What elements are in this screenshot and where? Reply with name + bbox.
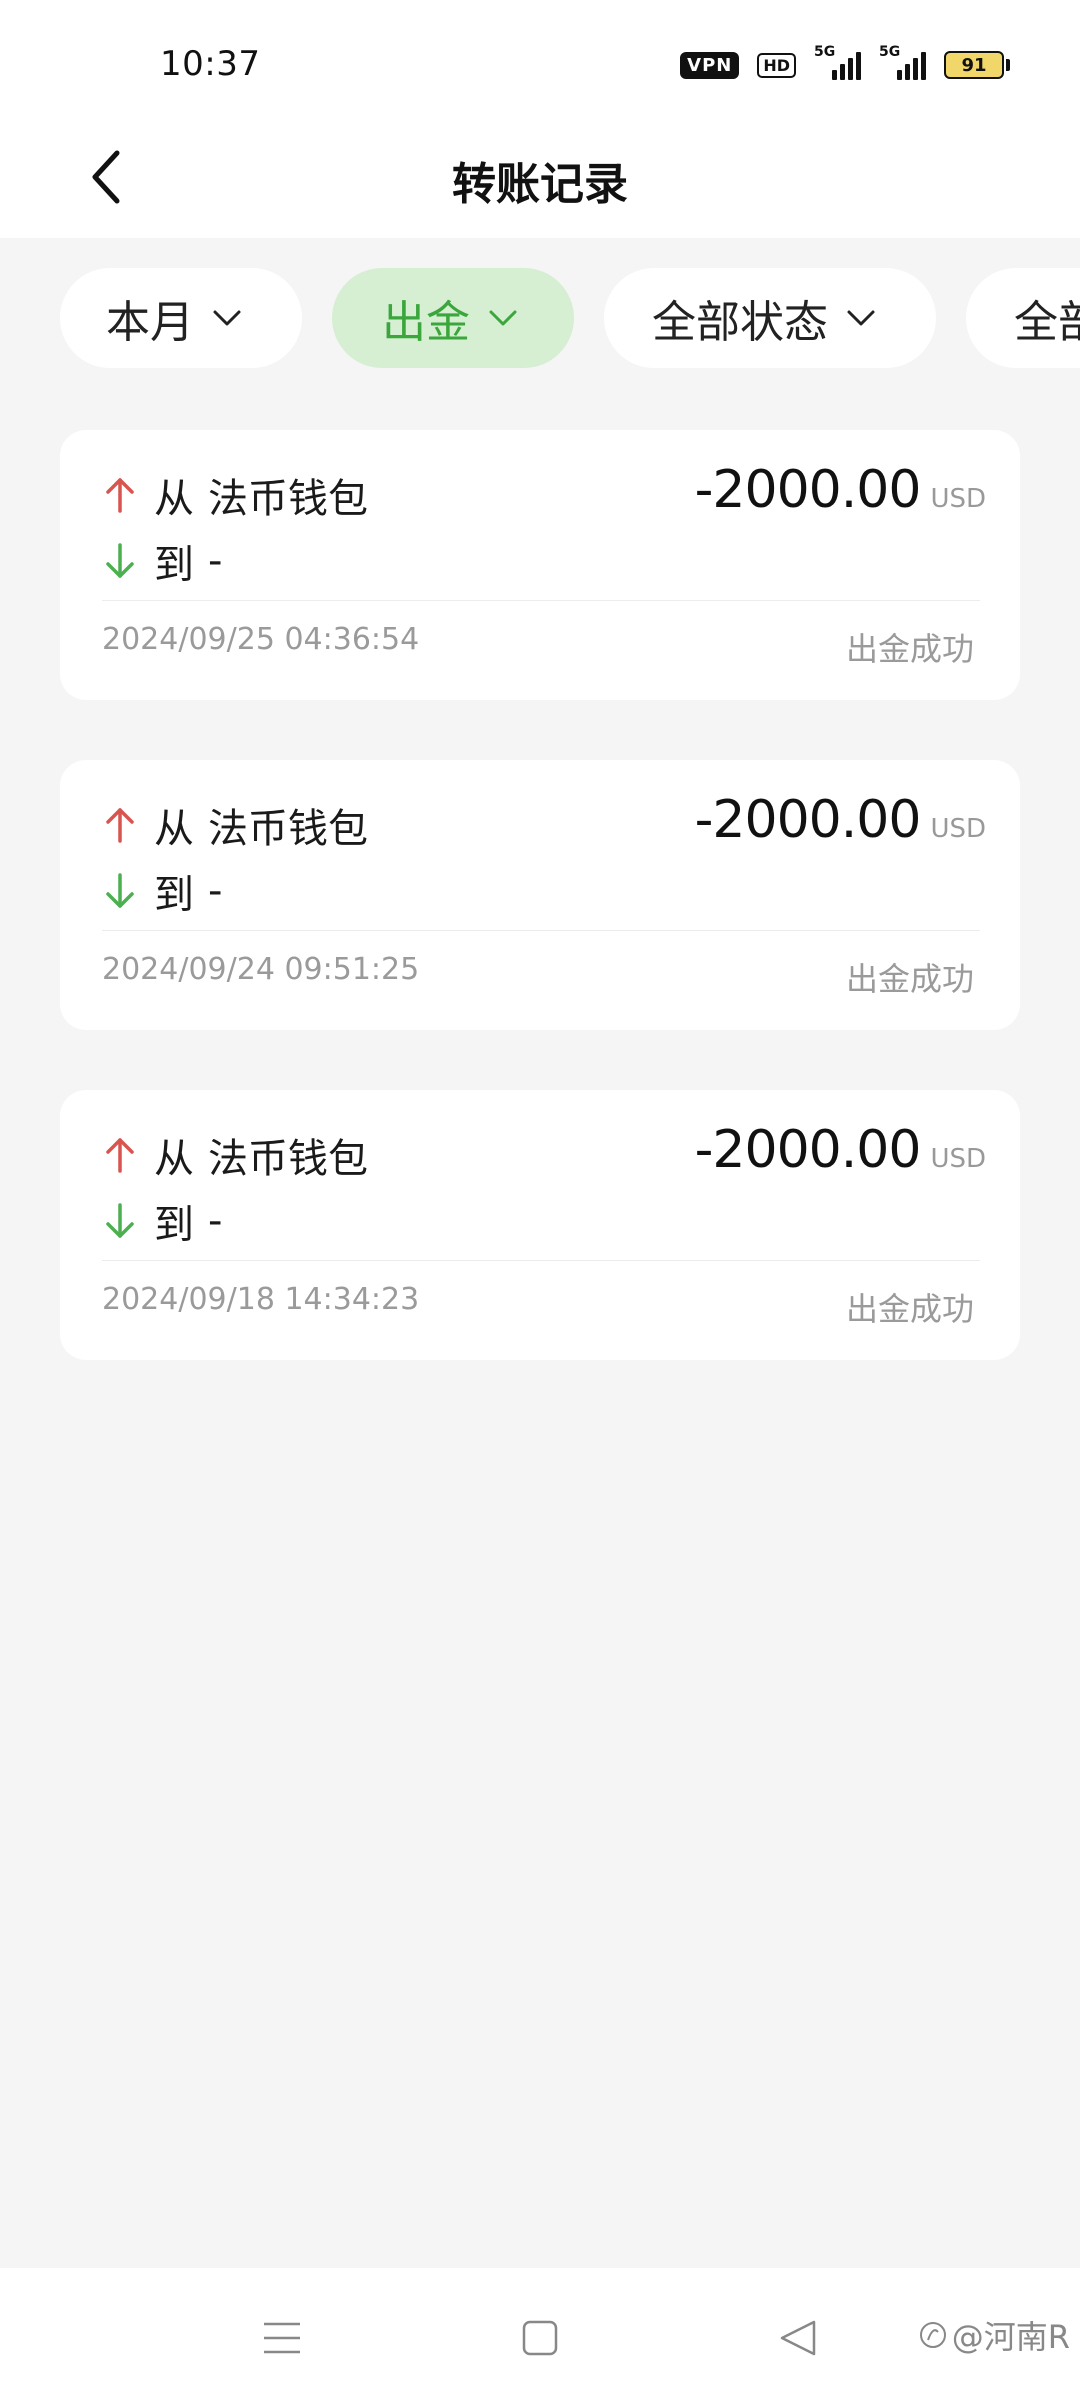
amount-currency: USD [930,1144,986,1174]
arrow-up-icon [106,808,134,843]
menu-icon [264,2322,300,2354]
record-time: 2024/09/24 09:51:25 [102,952,420,987]
record-card[interactable]: 从 法币钱包 到 - -2000.00 USD 2024/09/24 09:51… [60,760,1020,1030]
signal-icon: 5G [814,44,861,80]
record-to: 到 - [102,532,222,590]
arrow-up-icon [106,478,134,513]
divider [102,600,980,601]
filter-chip-status[interactable]: 全部状态 [604,268,936,368]
record-to: 到 - [102,862,222,920]
to-label: 到 [154,542,194,588]
record-amount: -2000.00 USD [695,790,986,850]
status-time: 10:37 [160,44,261,84]
battery-icon: 91 [944,51,1010,79]
filter-chip-all[interactable]: 全部 [966,268,1080,368]
vpn-icon: VPN [680,51,740,79]
from-wallet: 法币钱包 [208,476,368,522]
nav-home-button[interactable] [510,2308,570,2368]
filter-chip-period[interactable]: 本月 [60,268,302,368]
record-time: 2024/09/18 14:34:23 [102,1282,420,1317]
filter-bar: 本月 出金 全部状态 全部 [0,268,1080,368]
battery-level: 91 [944,51,1004,79]
record-card[interactable]: 从 法币钱包 到 - -2000.00 USD 2024/09/25 04:36… [60,430,1020,700]
triangle-back-icon [780,2320,816,2356]
signal-icon-2: 5G [879,44,926,80]
to-label: 到 [154,872,194,918]
signal-tag-2: 5G [879,44,901,60]
filter-chip-label: 全部 [1014,297,1080,348]
status-icons: VPN HD 5G 5G 91 [680,44,1010,80]
to-wallet: - [208,868,223,914]
record-status: 出金成功 [845,1290,974,1328]
hd-icon: HD [757,52,796,78]
chevron-down-icon [213,310,241,326]
arrow-down-icon [106,873,134,908]
from-label: 从 [154,476,194,522]
amount-currency: USD [930,484,986,514]
from-label: 从 [154,806,194,852]
amount-value: -2000.00 [694,460,922,520]
record-from: 从 法币钱包 [102,796,368,854]
divider [102,1260,980,1261]
page-title: 转账记录 [452,159,628,210]
filter-chip-label: 出金 [382,297,470,348]
filter-chip-type[interactable]: 出金 [332,268,574,368]
amount-currency: USD [930,814,986,844]
filter-chip-label: 全部状态 [652,297,828,348]
record-status: 出金成功 [845,960,974,998]
record-amount: -2000.00 USD [695,1120,986,1180]
header: 转账记录 [0,120,1080,238]
nav-menu-button[interactable] [252,2308,312,2368]
record-time: 2024/09/25 04:36:54 [102,622,420,657]
from-wallet: 法币钱包 [208,1136,368,1182]
to-wallet: - [208,538,223,584]
nav-back-button[interactable] [768,2308,828,2368]
chevron-down-icon [489,310,517,326]
arrow-down-icon [106,1203,134,1238]
record-from: 从 法币钱包 [102,466,368,524]
system-nav-bar: @河南R [0,2268,1080,2400]
to-wallet: - [208,1198,223,1244]
amount-value: -2000.00 [694,1120,922,1180]
status-bar: 10:37 VPN HD 5G 5G 91 [0,0,1080,120]
record-to: 到 - [102,1192,222,1250]
from-label: 从 [154,1136,194,1182]
record-card[interactable]: 从 法币钱包 到 - -2000.00 USD 2024/09/18 14:34… [60,1090,1020,1360]
divider [102,930,980,931]
watermark-text: @河南R [951,2318,1070,2356]
record-from: 从 法币钱包 [102,1126,368,1184]
arrow-up-icon [106,1138,134,1173]
to-label: 到 [154,1202,194,1248]
arrow-down-icon [106,543,134,578]
record-amount: -2000.00 USD [695,460,986,520]
filter-chip-label: 本月 [106,297,194,348]
square-icon [522,2320,558,2356]
watermark-logo-icon [919,2322,946,2348]
from-wallet: 法币钱包 [208,806,368,852]
amount-value: -2000.00 [694,790,922,850]
chevron-down-icon [847,310,875,326]
signal-tag: 5G [814,44,836,60]
watermark: @河南R [918,2312,1070,2358]
record-status: 出金成功 [845,630,974,668]
